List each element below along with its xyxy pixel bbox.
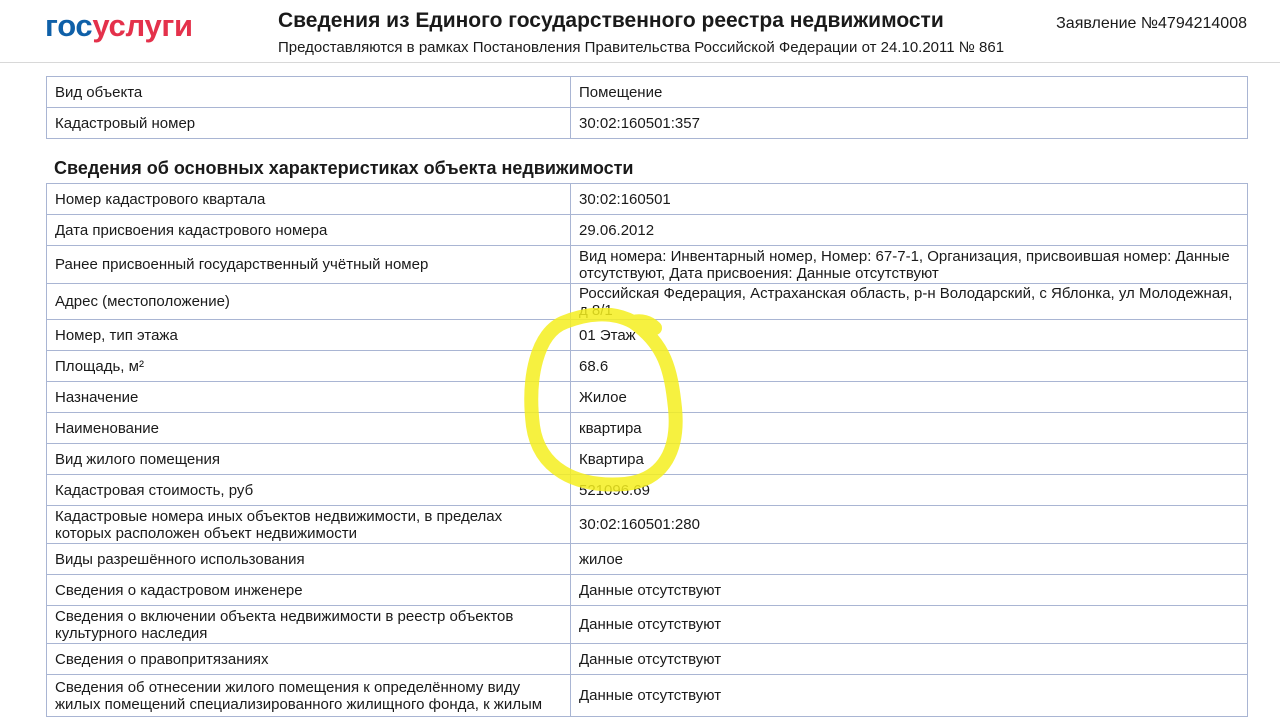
table-row: Сведения о правопритязаниях Данные отсутс… bbox=[46, 643, 1248, 675]
row-value: жилое bbox=[570, 543, 1248, 575]
logo-part-gos: гос bbox=[45, 8, 93, 43]
row-label: Сведения о кадастровом инженере bbox=[46, 574, 571, 606]
row-value: Данные отсутствуют bbox=[570, 574, 1248, 606]
table-row: Дата присвоения кадастрового номера 29.06… bbox=[46, 214, 1248, 246]
row-label: Вид объекта bbox=[46, 76, 571, 108]
row-value: Данные отсутствуют bbox=[570, 643, 1248, 675]
table-row: Адрес (местоположение) Российская Федерац… bbox=[46, 283, 1248, 320]
table-row: Площадь, м² 68.6 bbox=[46, 350, 1248, 382]
row-label: Сведения о правопритязаниях bbox=[46, 643, 571, 675]
row-label: Дата присвоения кадастрового номера bbox=[46, 214, 571, 246]
logo-part-uslugi: услуги bbox=[92, 8, 193, 43]
table-row: Номер кадастрового квартала 30:02:160501 bbox=[46, 183, 1248, 215]
row-label: Сведения об отнесении жилого помещения к… bbox=[46, 674, 571, 717]
table-row: Назначение Жилое bbox=[46, 381, 1248, 413]
row-value: квартира bbox=[570, 412, 1248, 444]
row-value: Данные отсутствуют bbox=[570, 605, 1248, 644]
table-row: Вид объекта Помещение bbox=[46, 76, 1248, 108]
row-value: Вид номера: Инвентарный номер, Номер: 67… bbox=[570, 245, 1248, 284]
row-value: Жилое bbox=[570, 381, 1248, 413]
row-label: Наименование bbox=[46, 412, 571, 444]
row-value: 30:02:160501:280 bbox=[570, 505, 1248, 544]
row-label: Кадастровая стоимость, руб bbox=[46, 474, 571, 506]
row-label: Сведения о включении объекта недвижимост… bbox=[46, 605, 571, 644]
object-info-table: Вид объекта Помещение Кадастровый номер … bbox=[46, 76, 1248, 139]
row-label: Номер кадастрового квартала bbox=[46, 183, 571, 215]
row-value: Данные отсутствуют bbox=[570, 674, 1248, 717]
table-row: Кадастровый номер 30:02:160501:357 bbox=[46, 107, 1248, 139]
row-label: Вид жилого помещения bbox=[46, 443, 571, 475]
application-number: Заявление №4794214008 bbox=[1056, 15, 1247, 32]
row-value: 30:02:160501 bbox=[570, 183, 1248, 215]
row-value: 68.6 bbox=[570, 350, 1248, 382]
row-value: Квартира bbox=[570, 443, 1248, 475]
table-row: Номер, тип этажа 01 Этаж bbox=[46, 319, 1248, 351]
document-header: госуслуги Сведения из Единого государств… bbox=[0, 0, 1280, 63]
row-value: Помещение bbox=[570, 76, 1248, 108]
row-label: Виды разрешённого использования bbox=[46, 543, 571, 575]
table-row: Кадастровая стоимость, руб 521096.69 bbox=[46, 474, 1248, 506]
row-value: 521096.69 bbox=[570, 474, 1248, 506]
document-title: Сведения из Единого государственного рее… bbox=[278, 9, 944, 32]
row-label: Номер, тип этажа bbox=[46, 319, 571, 351]
row-label: Ранее присвоенный государственный учётны… bbox=[46, 245, 571, 284]
table-row: Сведения о кадастровом инженере Данные от… bbox=[46, 574, 1248, 606]
characteristics-table: Номер кадастрового квартала 30:02:160501 … bbox=[46, 183, 1248, 717]
table-row: Наименование квартира bbox=[46, 412, 1248, 444]
document-subtitle: Предоставляются в рамках Постановления П… bbox=[278, 39, 1005, 56]
row-label: Площадь, м² bbox=[46, 350, 571, 382]
row-label: Назначение bbox=[46, 381, 571, 413]
row-value: 29.06.2012 bbox=[570, 214, 1248, 246]
table-row: Ранее присвоенный государственный учётны… bbox=[46, 245, 1248, 284]
table-row: Сведения о включении объекта недвижимост… bbox=[46, 605, 1248, 644]
table-row: Сведения об отнесении жилого помещения к… bbox=[46, 674, 1248, 717]
table-row: Кадастровые номера иных объектов недвижи… bbox=[46, 505, 1248, 544]
table-row: Виды разрешённого использования жилое bbox=[46, 543, 1248, 575]
table-row: Вид жилого помещения Квартира bbox=[46, 443, 1248, 475]
row-value: 01 Этаж bbox=[570, 319, 1248, 351]
gosuslugi-logo: госуслуги bbox=[45, 8, 193, 44]
row-label: Кадастровые номера иных объектов недвижи… bbox=[46, 505, 571, 544]
row-value: Российская Федерация, Астраханская облас… bbox=[570, 283, 1248, 320]
row-label: Адрес (местоположение) bbox=[46, 283, 571, 320]
row-value: 30:02:160501:357 bbox=[570, 107, 1248, 139]
row-label: Кадастровый номер bbox=[46, 107, 571, 139]
section-title: Сведения об основных характеристиках объ… bbox=[54, 158, 634, 178]
